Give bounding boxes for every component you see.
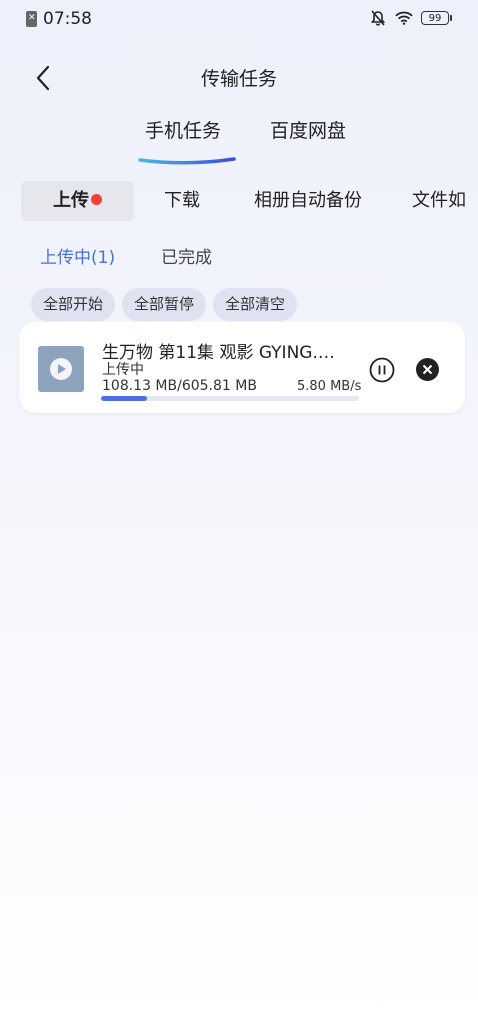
task-status: 上传中 bbox=[102, 362, 144, 378]
progress-fill bbox=[101, 396, 148, 401]
action-chips: 全部开始 全部暂停 全部清空 bbox=[31, 288, 298, 321]
sub-tabs: 上传中(1) 已完成 bbox=[0, 243, 478, 269]
battery-indicator: 99 bbox=[421, 11, 452, 25]
subtab-uploading[interactable]: 上传中(1) bbox=[40, 243, 115, 268]
category-tabs: 上传 下载 相册自动备份 文件如 bbox=[0, 181, 478, 221]
clear-all-button[interactable]: 全部清空 bbox=[213, 288, 298, 321]
pause-icon[interactable] bbox=[369, 357, 395, 383]
battery-level: 99 bbox=[421, 11, 449, 25]
task-size: 108.13 MB/605.81 MB bbox=[102, 378, 257, 394]
category-upload[interactable]: 上传 bbox=[21, 181, 134, 221]
category-upload-label: 上传 bbox=[53, 190, 89, 211]
progress-bar bbox=[101, 396, 359, 401]
task-card[interactable]: 生万物 第11集 观影 GYING.… 上传中 108.13 MB/605.81… bbox=[19, 322, 465, 413]
tab-phone-tasks[interactable]: 手机任务 bbox=[145, 116, 221, 143]
notification-dot bbox=[91, 194, 102, 205]
active-tab-indicator bbox=[138, 157, 236, 165]
task-speed: 5.80 MB/s bbox=[297, 379, 362, 394]
no-sim-icon bbox=[26, 11, 37, 27]
pause-all-button[interactable]: 全部暂停 bbox=[122, 288, 207, 321]
bell-muted-icon bbox=[370, 10, 386, 26]
category-file[interactable]: 文件如 bbox=[412, 181, 466, 221]
play-icon bbox=[50, 358, 72, 380]
tab-baidu-netdisk[interactable]: 百度网盘 bbox=[270, 116, 346, 143]
page-title: 传输任务 bbox=[200, 68, 277, 90]
category-download[interactable]: 下载 bbox=[164, 181, 200, 221]
status-time: 07:58 bbox=[43, 9, 92, 29]
start-all-button[interactable]: 全部开始 bbox=[31, 288, 116, 321]
cancel-icon[interactable] bbox=[416, 358, 439, 381]
video-thumbnail bbox=[38, 346, 84, 392]
top-tabs: 手机任务 百度网盘 bbox=[0, 116, 478, 172]
status-bar: 07:58 99 bbox=[0, 0, 478, 38]
wifi-icon bbox=[395, 11, 413, 25]
category-album-backup[interactable]: 相册自动备份 bbox=[254, 181, 362, 221]
header: 传输任务 bbox=[0, 56, 478, 100]
subtab-completed[interactable]: 已完成 bbox=[161, 243, 212, 268]
